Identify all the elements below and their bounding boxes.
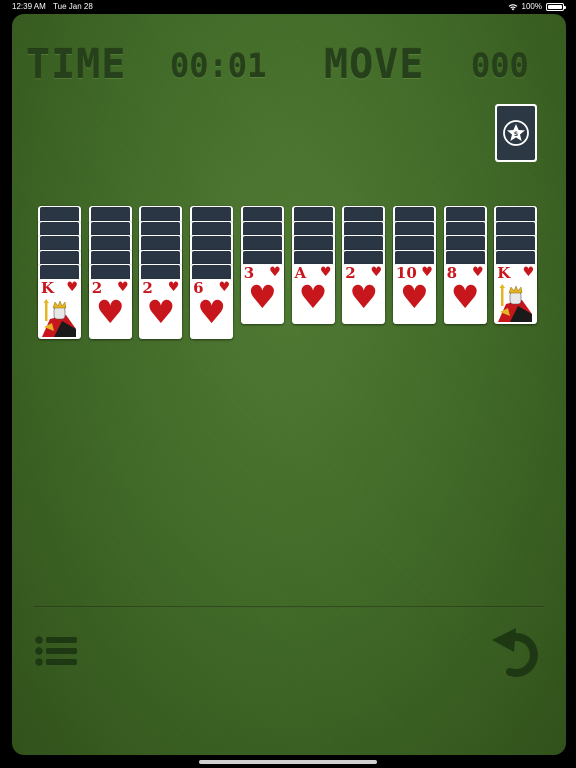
heart-suit-icon: ♥ bbox=[298, 278, 328, 317]
star-emblem-icon: S bbox=[503, 120, 529, 146]
heart-suit-icon: ♥ bbox=[450, 278, 480, 317]
king-figure-icon bbox=[498, 284, 533, 323]
battery-percent: 100% bbox=[521, 2, 542, 11]
heart-suit-icon: ♥ bbox=[66, 280, 78, 295]
game-table: TIME 00:01 MOVE 000 S K ♥ 2 ♥ ♥ 2 ♥ ♥ 6 ♥ ♥ 3 ♥ ♥ A ♥ ♥ 2… bbox=[12, 14, 566, 755]
time-label: TIME bbox=[26, 42, 127, 88]
move-label: MOVE bbox=[324, 42, 425, 88]
face-up-card[interactable]: 10 ♥ ♥ bbox=[392, 264, 436, 325]
face-up-card[interactable]: 2 ♥ ♥ bbox=[342, 264, 386, 325]
heart-suit-icon: ♥ bbox=[146, 293, 176, 331]
status-bar: 12:39 AM Tue Jan 28 100% bbox=[0, 0, 576, 14]
undo-icon bbox=[492, 628, 538, 677]
status-date: Tue Jan 28 bbox=[53, 2, 93, 11]
face-up-card[interactable]: K ♥ bbox=[494, 264, 538, 325]
card-rank: K bbox=[497, 264, 511, 283]
king-figure-icon bbox=[42, 299, 76, 337]
wifi-icon bbox=[508, 3, 517, 10]
heart-suit-icon: ♥ bbox=[400, 278, 429, 317]
time-value: 00:01 bbox=[170, 47, 267, 85]
menu-list-icon bbox=[35, 636, 77, 666]
undo-button[interactable] bbox=[490, 626, 546, 680]
face-up-card[interactable]: 8 ♥ ♥ bbox=[443, 264, 487, 325]
divider bbox=[34, 606, 544, 608]
battery-icon bbox=[546, 2, 566, 11]
home-indicator bbox=[199, 760, 377, 764]
face-up-card[interactable]: 2 ♥ ♥ bbox=[88, 279, 132, 339]
move-value: 000 bbox=[471, 47, 529, 85]
card-rank: K bbox=[41, 279, 55, 297]
heart-suit-icon: ♥ bbox=[95, 293, 125, 331]
status-time: 12:39 AM bbox=[12, 2, 46, 11]
heart-suit-icon: ♥ bbox=[247, 278, 277, 317]
face-up-card[interactable]: 3 ♥ ♥ bbox=[240, 264, 284, 325]
svg-text:S: S bbox=[514, 131, 518, 138]
heart-suit-icon: ♥ bbox=[197, 293, 226, 331]
menu-button[interactable] bbox=[34, 634, 80, 674]
heart-suit-icon: ♥ bbox=[522, 265, 535, 281]
face-up-card[interactable]: K ♥ bbox=[38, 279, 81, 339]
stock-pile[interactable]: S bbox=[495, 104, 537, 162]
heart-suit-icon: ♥ bbox=[349, 278, 379, 317]
face-up-card[interactable]: A ♥ ♥ bbox=[291, 264, 335, 325]
face-up-card[interactable]: 2 ♥ ♥ bbox=[139, 279, 183, 339]
face-up-card[interactable]: 6 ♥ ♥ bbox=[190, 279, 234, 339]
